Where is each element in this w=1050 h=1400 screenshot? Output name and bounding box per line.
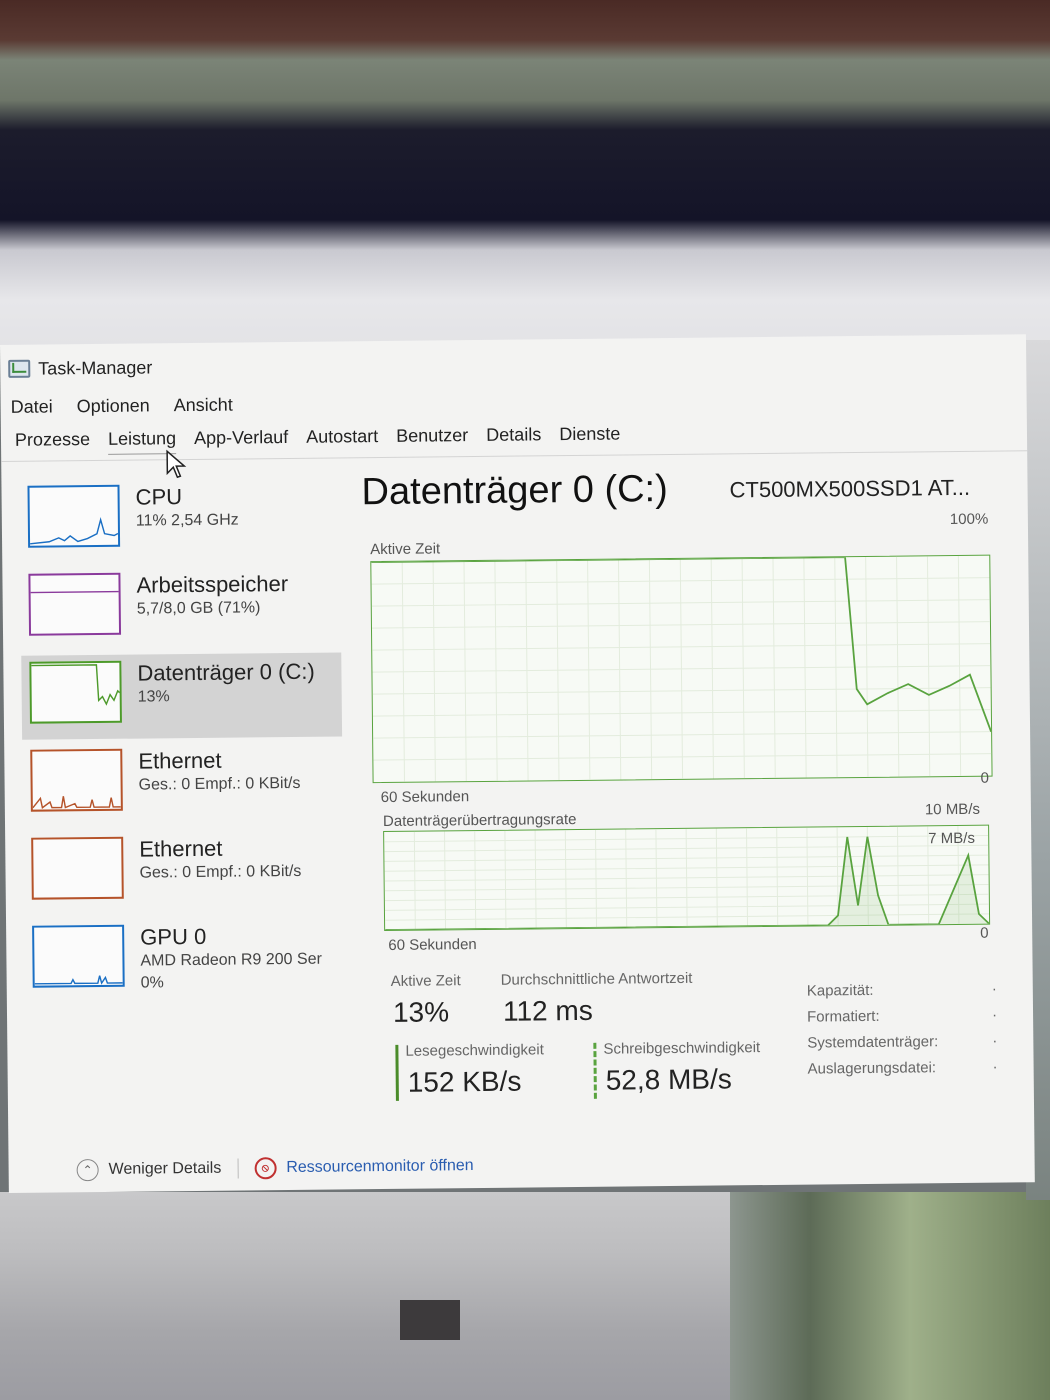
disk-title: Datenträger 0 (C:) (361, 468, 668, 514)
cpu-usage: 11% 2,54 GHz (135, 511, 239, 530)
sidebar-item-memory[interactable]: Arbeitsspeicher 5,7/8,0 GB (71%) (20, 564, 341, 651)
task-manager-window: Task-Manager Datei Optionen Ansicht Proz… (0, 334, 1035, 1193)
active-time-graph (370, 554, 993, 784)
chevron-up-icon[interactable]: ⌃ (76, 1159, 99, 1182)
transfer-rate-graph-label: Datenträgerübertragungsrate (382, 810, 577, 831)
read-speed-label: Lesegeschwindigkeit (405, 1041, 544, 1060)
transfer-rate-graph-min: 0 (980, 924, 989, 942)
transfer-rate-graph-span: 60 Sekunden (388, 936, 477, 954)
cpu-thumbnail-graph (27, 484, 121, 548)
sidebar-item-cpu[interactable]: CPU 11% 2,54 GHz (19, 476, 340, 563)
tab-prozesse[interactable]: Prozesse (15, 429, 90, 456)
response-time-stat-label: Durchschnittliche Antwortzeit (500, 969, 693, 989)
property-page-file: Auslagerungsdatei: · (807, 1058, 998, 1078)
memory-thumbnail-graph (28, 572, 122, 636)
gpu-label: GPU 0 (140, 923, 207, 950)
disk-thumbnail-graph (29, 660, 122, 724)
transfer-rate-graph: 7 MB/s (383, 824, 991, 932)
cpu-label: CPU (135, 484, 183, 510)
gpu-usage: 0% (140, 974, 164, 992)
blurred-background-bottom-right (730, 1192, 1050, 1400)
disk-properties: Kapazität: · Formatiert: · Systemdatenträg… (807, 977, 998, 1083)
ethernet-2-throughput: Ges.: 0 Empf.: 0 KBit/s (139, 862, 302, 882)
footer-separator (237, 1158, 239, 1179)
write-speed-label: Schreibgeschwindigkeit (603, 1039, 761, 1058)
sidebar-item-ethernet-2[interactable]: Ethernet Ges.: 0 Empf.: 0 KBit/s (23, 828, 344, 915)
active-time-graph-span: 60 Sekunden (380, 788, 470, 807)
blurred-background-top (0, 0, 1050, 345)
resource-monitor-link[interactable]: Ressourcenmonitor öffnen (286, 1157, 474, 1177)
sidebar-item-disk-0[interactable]: Datenträger 0 (C:) 13% (21, 652, 343, 740)
title-bar: Task-Manager (8, 355, 152, 381)
menu-bar: Datei Optionen Ansicht (11, 395, 233, 418)
tab-app-verlauf[interactable]: App-Verlauf (194, 427, 288, 454)
ethernet-1-label: Ethernet (138, 747, 222, 774)
response-time-stat-value: 112 ms (502, 994, 593, 1027)
disk-usage: 13% (137, 688, 170, 706)
ethernet-1-throughput: Ges.: 0 Empf.: 0 KBit/s (138, 774, 301, 794)
tab-autostart[interactable]: Autostart (306, 426, 378, 453)
active-time-stat-label: Aktive Zeit (390, 972, 461, 990)
property-formatted: Formatiert: · (806, 1006, 998, 1026)
menu-ansicht[interactable]: Ansicht (174, 395, 233, 417)
memory-label: Arbeitsspeicher (136, 570, 289, 598)
ethernet-2-label: Ethernet (139, 835, 223, 862)
read-speed-value: 152 KB/s (407, 1065, 522, 1098)
less-details-link[interactable]: Weniger Details (109, 1160, 222, 1179)
tab-details[interactable]: Details (486, 424, 541, 451)
property-capacity: Kapazität: · (806, 980, 997, 1000)
disk-detail-panel: Datenträger 0 (C:) CT500MX500SSD1 AT... … (361, 465, 1001, 1101)
transfer-rate-inner-max: 7 MB/s (928, 829, 975, 848)
active-time-graph-label: Aktive Zeit (370, 540, 441, 559)
tab-benutzer[interactable]: Benutzer (396, 425, 468, 452)
menu-optionen[interactable]: Optionen (77, 395, 150, 417)
sidebar-item-gpu-0[interactable]: GPU 0 AMD Radeon R9 200 Ser 0% (24, 916, 345, 1003)
tab-bar: Prozesse Leistung App-Verlauf Autostart … (15, 424, 621, 456)
write-speed-legend-line (593, 1042, 597, 1099)
memory-usage: 5,7/8,0 GB (71%) (136, 599, 261, 618)
disk-label: Datenträger 0 (C:) (137, 658, 315, 686)
ethernet-2-thumbnail-graph (31, 836, 124, 900)
gpu-thumbnail-graph (32, 924, 125, 988)
gpu-model: AMD Radeon R9 200 Ser (140, 950, 322, 970)
read-speed-legend-line (395, 1044, 399, 1101)
ethernet-1-thumbnail-graph (30, 748, 123, 812)
resource-monitor-icon: ⦸ (254, 1157, 277, 1180)
active-time-stat-value: 13% (392, 996, 450, 1028)
tab-dienste[interactable]: Dienste (559, 424, 620, 451)
active-time-graph-max: 100% (949, 510, 989, 529)
transfer-rate-graph-max: 10 MB/s (924, 800, 981, 819)
active-time-graph-min: 0 (980, 769, 990, 787)
performance-sidebar: CPU 11% 2,54 GHz Arbeitsspeicher 5,7/8,0… (19, 476, 345, 1007)
sidebar-item-ethernet-1[interactable]: Ethernet Ges.: 0 Empf.: 0 KBit/s (22, 740, 343, 827)
task-manager-icon (8, 359, 31, 378)
window-title: Task-Manager (38, 356, 153, 379)
footer: ⌃ Weniger Details ⦸ Ressourcenmonitor öf… (76, 1155, 474, 1182)
blurred-object (400, 1300, 460, 1340)
write-speed-value: 52,8 MB/s (605, 1063, 732, 1096)
menu-datei[interactable]: Datei (11, 396, 53, 417)
disk-model: CT500MX500SSD1 AT... (729, 474, 971, 503)
property-system-disk: Systemdatenträger: · (807, 1032, 998, 1052)
